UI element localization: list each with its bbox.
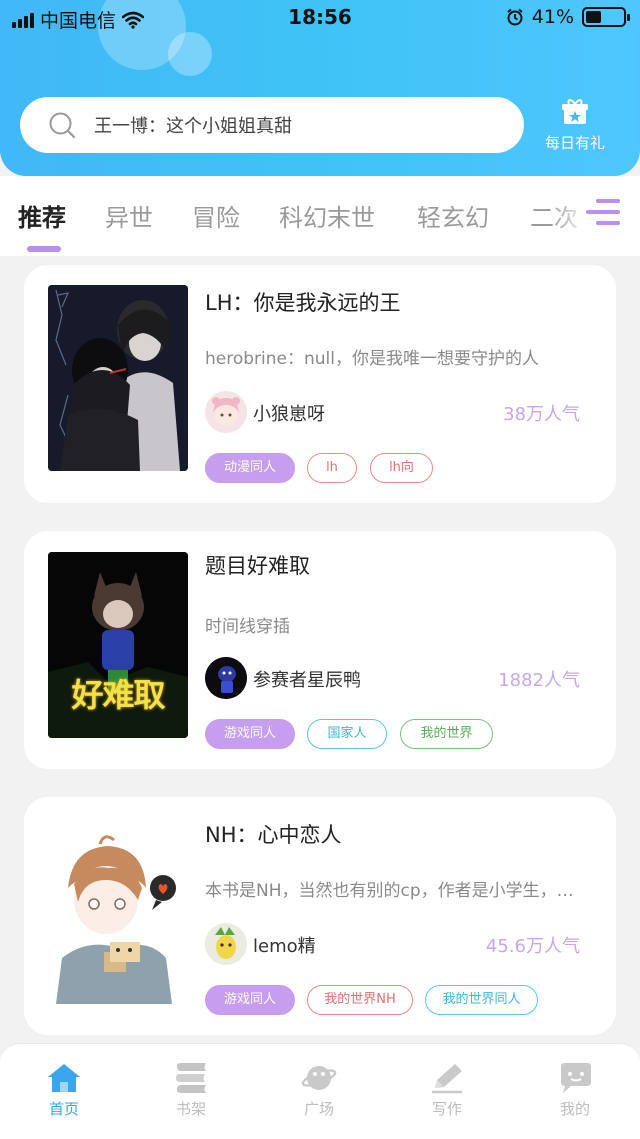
book-cover[interactable]: 好难取	[48, 552, 188, 738]
search-placeholder: 王一博：这个小姐姐真甜	[94, 116, 292, 137]
nav-plaza-label: 广场	[303, 1100, 334, 1118]
tag-chip[interactable]: 我的世界NH	[307, 985, 413, 1015]
popularity-count: 45.6万人气	[485, 936, 580, 957]
category-tabs: 推荐 异世 冒险 科幻末世 轻玄幻 二次	[0, 176, 640, 256]
tab-scifi[interactable]: 科幻末世	[279, 198, 375, 233]
tag-chip[interactable]: 我的世界	[400, 719, 493, 749]
nav-home[interactable]: 首页	[24, 1062, 104, 1119]
nav-home-label: 首页	[48, 1100, 79, 1118]
popularity-count: 1882人气	[498, 670, 580, 691]
cover-title-text: 好难取	[71, 676, 165, 714]
header: 中国电信 18:56 41% 王一博：这个小姐姐真甜 每日有礼	[0, 0, 640, 176]
planet-icon	[301, 1066, 337, 1090]
book-cover[interactable]	[48, 818, 188, 1004]
daily-gift-button[interactable]: 每日有礼	[540, 98, 610, 153]
nav-write-label: 写作	[431, 1100, 462, 1118]
author-name[interactable]: 参赛者星辰鸭	[253, 666, 361, 692]
tag-chip[interactable]: lh向	[370, 453, 433, 483]
search-bar[interactable]: 王一博：这个小姐姐真甜	[20, 97, 524, 153]
author-name[interactable]: lemo精	[253, 932, 316, 958]
author-avatar[interactable]	[205, 923, 247, 965]
book-description: 时间线穿插	[205, 617, 290, 637]
nav-write[interactable]: 写作	[407, 1062, 487, 1119]
book-title[interactable]: NH：心中恋人	[205, 819, 342, 849]
gift-label: 每日有礼	[544, 134, 605, 152]
category-menu-icon[interactable]	[586, 197, 620, 227]
alarm-icon	[507, 8, 523, 26]
nav-plaza[interactable]: 广场	[279, 1062, 359, 1119]
tag-chip[interactable]: 我的世界同人	[425, 985, 538, 1015]
nav-mine-label: 我的	[559, 1100, 590, 1118]
tag-chip[interactable]: 游戏同人	[205, 985, 295, 1015]
nav-mine[interactable]: 我的	[535, 1062, 615, 1119]
tag-chip[interactable]: 动漫同人	[205, 453, 295, 483]
nav-bookshelf[interactable]: 书架	[151, 1062, 231, 1119]
tab-recommend[interactable]: 推荐	[18, 198, 66, 233]
cover-illustration	[48, 285, 188, 471]
book-cover[interactable]	[48, 285, 188, 471]
author-avatar[interactable]	[205, 391, 247, 433]
tag-chip[interactable]: 国家人	[307, 719, 387, 749]
tab-light-fantasy[interactable]: 轻玄幻	[417, 198, 489, 233]
book-title[interactable]: LH：你是我永远的王	[205, 287, 401, 317]
tab-adventure[interactable]: 冒险	[192, 198, 240, 233]
battery-icon	[582, 7, 630, 27]
tag-chip[interactable]: lh	[307, 453, 357, 483]
chat-bubble-icon	[561, 1063, 591, 1093]
book-description: 本书是NH，当然也有别的cp，作者是小学生，喜欢的可以点个关注	[205, 881, 585, 901]
tab-other-world[interactable]: 异世	[105, 198, 153, 233]
nav-bookshelf-label: 书架	[175, 1100, 206, 1118]
book-card[interactable]: NH：心中恋人 本书是NH，当然也有别的cp，作者是小学生，喜欢的可以点个关注 …	[24, 797, 616, 1035]
bottom-nav: 首页 书架 广场 写作 我的	[0, 1043, 640, 1139]
book-card[interactable]: LH：你是我永远的王 herobrine：null，你是我唯一想要守护的人 小狼…	[24, 265, 616, 503]
home-icon	[48, 1064, 80, 1092]
pen-icon	[432, 1064, 462, 1094]
author-name[interactable]: 小狼崽呀	[253, 400, 325, 426]
tag-chip[interactable]: 游戏同人	[205, 719, 295, 749]
book-card[interactable]: 好难取 题目好难取 时间线穿插 参赛者星辰鸭 1882人气 游戏同人 国家人 我…	[24, 531, 616, 769]
gift-icon	[562, 99, 588, 124]
battery-percent: 41%	[531, 6, 574, 28]
popularity-count: 38万人气	[503, 404, 580, 425]
status-bar: 中国电信 18:56 41%	[0, 0, 640, 36]
book-description: herobrine：null，你是我唯一想要守护的人	[205, 349, 539, 369]
decor-bubble	[168, 32, 212, 76]
cover-illustration	[48, 818, 188, 1004]
bookshelf-icon	[176, 1063, 206, 1093]
active-tab-indicator	[27, 246, 61, 252]
author-avatar[interactable]	[205, 657, 247, 699]
book-title[interactable]: 题目好难取	[205, 550, 310, 580]
search-icon	[49, 112, 76, 139]
